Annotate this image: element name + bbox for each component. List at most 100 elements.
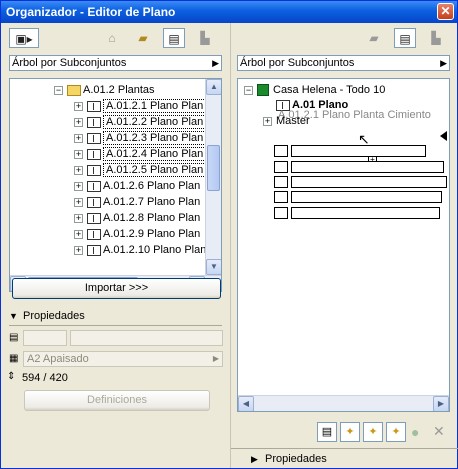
tree-row[interactable]: + A.01.2.5 Plano Plan	[74, 162, 207, 178]
collapse-icon[interactable]: −	[54, 85, 63, 95]
left-dropdown-label: Árbol por Subconjuntos	[12, 57, 127, 69]
scroll-right-icon[interactable]: ▶	[433, 396, 449, 411]
publish-icon[interactable]: ▙	[425, 28, 447, 48]
tree-item-label: A.01.2.6 Plano Plan	[103, 180, 201, 192]
title-bar: Organizador - Editor de Plano ✕	[1, 1, 457, 23]
import-button[interactable]: Importar >>>	[12, 278, 221, 299]
tree-master-row[interactable]: + Master	[263, 113, 310, 129]
divider	[9, 325, 222, 326]
right-properties-header[interactable]: ▶ Propiedades	[231, 451, 458, 467]
left-pane: ▣▸ ⌂ ▰ ▤ ▙ Árbol por Subconjuntos ▶ − A.0…	[1, 23, 230, 468]
triangle-down-icon: ▼	[9, 311, 18, 321]
expand-icon[interactable]: +	[74, 117, 83, 127]
expand-icon[interactable]: +	[74, 213, 83, 223]
publish-icon[interactable]: ▙	[194, 28, 216, 48]
left-vertical-scrollbar[interactable]: ▲ ▼	[205, 79, 221, 275]
expand-icon[interactable]: +	[74, 165, 83, 175]
tree-item-label: A.01.2.9 Plano Plan	[103, 228, 201, 240]
folder-node-icon	[67, 84, 81, 96]
chevron-right-icon: ▶	[440, 58, 447, 68]
tree-row[interactable]: + A.01.2.1 Plano Plan	[74, 98, 207, 114]
dimensions-text: 594 / 420	[22, 372, 68, 384]
scroll-left-icon[interactable]: ◀	[238, 396, 254, 411]
chevron-right-icon: ▶	[212, 354, 219, 363]
expand-icon[interactable]: +	[263, 116, 272, 126]
folder-icon[interactable]: ▰	[132, 28, 154, 48]
tree-row[interactable]: + A.01.2.6 Plano Plan	[74, 178, 200, 194]
master-small-icon: ▦	[9, 353, 19, 364]
empty-slot	[274, 207, 288, 219]
layout-small-icon: ▤	[9, 332, 19, 343]
empty-cell	[291, 191, 442, 203]
new-subset-icon[interactable]: ✦	[340, 422, 360, 442]
tree-root-row[interactable]: − Casa Helena - Todo 10	[244, 82, 385, 98]
layout-name-field	[70, 330, 223, 346]
empty-cell	[291, 145, 426, 157]
expand-icon[interactable]: +	[74, 181, 83, 191]
close-button[interactable]: ✕	[437, 3, 454, 20]
divider	[231, 448, 458, 449]
layout-doc-icon	[87, 100, 101, 112]
delete-icon[interactable]: ✕	[433, 423, 445, 440]
left-tree: − A.01.2 Plantas + A.01.2.1 Plano Plan + A.…	[9, 78, 222, 292]
new-master-icon[interactable]: ✦	[363, 422, 383, 442]
right-horizontal-scrollbar[interactable]: ◀ ▶	[238, 395, 449, 411]
tree-row[interactable]: + A.01.2.8 Plano Plan	[74, 210, 200, 226]
empty-cell	[291, 161, 444, 173]
layout-icon[interactable]: ▤	[394, 28, 416, 48]
expand-icon[interactable]: +	[74, 229, 83, 239]
properties-label: Propiedades	[23, 310, 85, 322]
layout-doc-icon	[87, 196, 101, 208]
empty-slot	[274, 161, 288, 173]
tree-row[interactable]: + A.01.2.4 Plano Plan	[74, 146, 207, 162]
settings-circle-icon[interactable]: ●	[411, 424, 419, 440]
right-pane: ▰ ▤ ▙ Árbol por Subconjuntos ▶ − Casa Hel…	[230, 23, 458, 468]
scroll-thumb[interactable]	[207, 145, 220, 191]
definitions-button[interactable]: Definiciones	[24, 390, 210, 411]
layout-icon[interactable]: ▤	[163, 28, 185, 48]
house-icon[interactable]: ⌂	[101, 28, 123, 48]
tree-root-label: Casa Helena - Todo 10	[273, 84, 386, 96]
tree-item-label: A.01.2.1 Plano Plan	[103, 99, 207, 113]
tree-row[interactable]: + A.01.2.2 Plano Plan	[74, 114, 207, 130]
layout-id-field	[23, 330, 67, 346]
left-view-dropdown[interactable]: Árbol por Subconjuntos ▶	[9, 55, 222, 71]
tree-item-label: A.01.2.5 Plano Plan	[103, 163, 207, 177]
size-small-icon: ⇕	[7, 371, 16, 382]
view-menu-icon[interactable]: ▣▸	[9, 28, 39, 48]
tree-row[interactable]: + A.01.2.10 Plano Plan	[74, 242, 206, 258]
collapse-icon[interactable]: −	[244, 85, 253, 95]
scroll-down-icon[interactable]: ▼	[206, 259, 221, 275]
scroll-up-icon[interactable]: ▲	[206, 79, 221, 95]
layout-doc-icon	[87, 180, 101, 192]
expand-icon[interactable]: +	[74, 101, 83, 111]
expand-icon[interactable]: +	[74, 133, 83, 143]
tree-item-label: A.01.2.4 Plano Plan	[103, 147, 207, 161]
layout-doc-icon	[87, 228, 101, 240]
chevron-right-icon: ▶	[212, 58, 219, 68]
expand-icon[interactable]: +	[74, 197, 83, 207]
layout-doc-icon	[87, 132, 101, 144]
triangle-right-icon: ▶	[251, 454, 258, 464]
tree-row[interactable]: + A.01.2.9 Plano Plan	[74, 226, 200, 242]
empty-slot	[274, 145, 288, 157]
tree-row[interactable]: + A.01.2.7 Plano Plan	[74, 194, 200, 210]
folder-icon[interactable]: ▰	[363, 28, 385, 48]
properties-header[interactable]: ▼ Propiedades	[1, 308, 230, 324]
right-view-dropdown[interactable]: Árbol por Subconjuntos ▶	[237, 55, 450, 71]
new-layout-icon[interactable]: ▤	[317, 422, 337, 442]
right-dropdown-label: Árbol por Subconjuntos	[240, 57, 355, 69]
empty-cell	[291, 207, 440, 219]
empty-cell	[291, 176, 447, 188]
tree-master-label: Master	[276, 115, 310, 127]
expand-icon[interactable]: +	[74, 245, 83, 255]
empty-slot	[274, 191, 288, 203]
tree-item-label: A.01.2.10 Plano Plan	[103, 244, 207, 256]
layout-doc-icon	[87, 244, 101, 256]
layout-doc-icon	[87, 164, 101, 176]
tree-row[interactable]: + A.01.2.3 Plano Plan	[74, 130, 207, 146]
expand-icon[interactable]: +	[74, 149, 83, 159]
right-properties-label: Propiedades	[265, 453, 327, 465]
new-folder-icon[interactable]: ✦	[386, 422, 406, 442]
tree-parent-row[interactable]: − A.01.2 Plantas	[54, 82, 155, 98]
